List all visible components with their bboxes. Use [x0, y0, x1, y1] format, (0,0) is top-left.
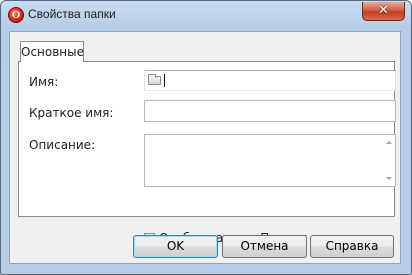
title-bar[interactable]: O Свойства папки ✕: [1, 1, 411, 30]
name-field[interactable]: [144, 70, 396, 91]
cancel-button[interactable]: Отмена: [222, 235, 307, 258]
folder-icon: [148, 74, 161, 85]
general-tab-panel: Имя: Краткое имя: Описание: Отображать н…: [18, 61, 396, 245]
close-button[interactable]: ✕: [362, 2, 405, 21]
scroll-up-icon[interactable]: [386, 141, 392, 144]
short-name-label: Краткое имя:: [29, 106, 114, 120]
opera-app-icon: O: [8, 7, 24, 23]
text-caret: [164, 74, 165, 87]
name-label: Имя:: [29, 75, 59, 89]
dialog-body: Основные Имя: Краткое имя: Описание: Ото…: [9, 31, 401, 264]
short-name-field[interactable]: [144, 100, 396, 122]
tab-general[interactable]: Основные: [20, 41, 84, 62]
scroll-down-icon[interactable]: [386, 177, 392, 180]
description-label: Описание:: [29, 138, 96, 152]
folder-properties-dialog: O Свойства папки ✕ Основные Имя: Краткое…: [0, 0, 412, 275]
help-button[interactable]: Справка: [310, 235, 394, 258]
description-textarea[interactable]: [144, 134, 396, 187]
window-title: Свойства папки: [28, 7, 116, 21]
ok-button[interactable]: OK: [133, 235, 218, 258]
